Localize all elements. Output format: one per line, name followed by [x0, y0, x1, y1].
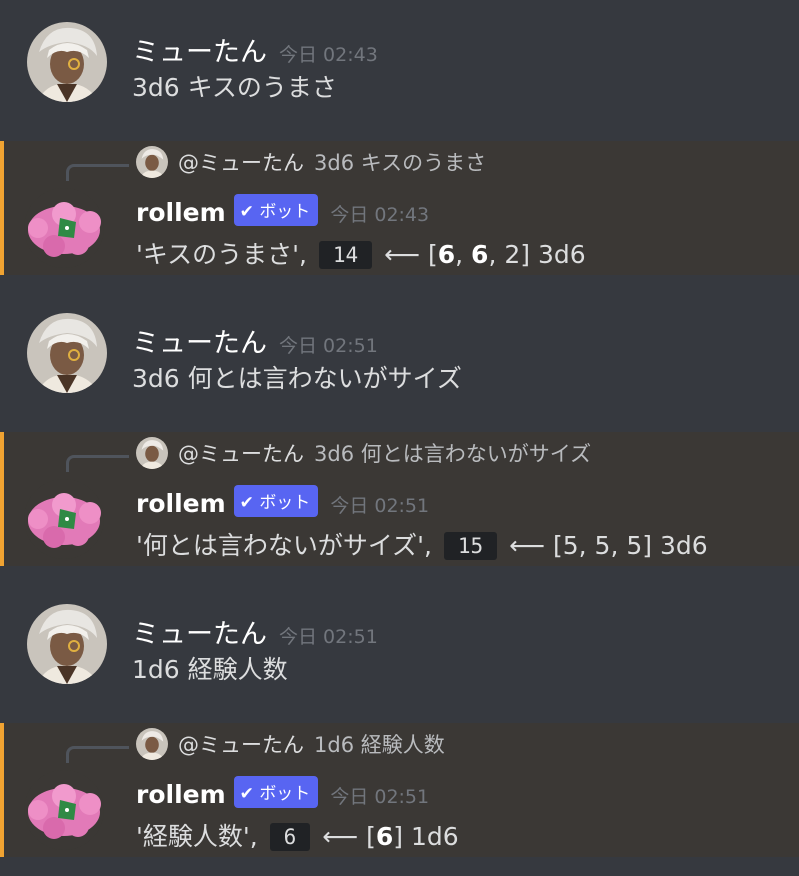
- bot-avatar[interactable]: [24, 770, 104, 850]
- reply-mention[interactable]: @ミューたん: [178, 729, 304, 759]
- bot-tag: ✔ ボット: [233, 194, 319, 226]
- reply-avatar: [136, 437, 168, 469]
- arrow-icon: ⟵: [384, 240, 420, 269]
- message-user-1: ミューたん 今日 02:43 3d6 キスのうまさ: [0, 0, 799, 140]
- message-bot-1: @ミューたん 3d6 キスのうまさ rollem ✔ ボット 今日 02:43 'キ…: [0, 141, 799, 275]
- user-avatar[interactable]: [27, 22, 107, 102]
- bot-tag-label: ボット: [259, 202, 311, 222]
- arrow-icon: ⟵: [509, 531, 545, 560]
- roll-label: 'キスのうまさ',: [136, 240, 307, 269]
- checkmark-icon: ✔: [239, 784, 254, 804]
- message-bot-2: @ミューたん 3d6 何とは言わないがサイズ rollem ✔ ボット 今日 02:…: [0, 432, 799, 566]
- reply-text: 3d6 何とは言わないがサイズ: [314, 442, 592, 466]
- reply-mention[interactable]: @ミューたん: [178, 147, 304, 177]
- bot-tag: ✔ ボット: [233, 485, 319, 517]
- roll-total: 15: [443, 532, 498, 560]
- reply-avatar: [136, 146, 168, 178]
- author-label[interactable]: rollem: [136, 489, 226, 518]
- reply-connector: [66, 164, 129, 181]
- dice-list: [6, 6, 2]: [427, 240, 531, 269]
- reply-text: 1d6 経験人数: [314, 733, 445, 757]
- user-avatar[interactable]: [27, 313, 107, 393]
- bot-tag: ✔ ボット: [233, 776, 319, 808]
- reply-avatar: [136, 728, 168, 760]
- roll-label: '何とは言わないがサイズ',: [136, 531, 432, 560]
- bot-name[interactable]: rollem ✔ ボット 今日 02:43: [136, 194, 429, 227]
- timestamp: 今日 02:51: [330, 786, 430, 808]
- timestamp: 今日 02:43: [330, 204, 430, 226]
- roll-label: '経験人数',: [136, 822, 258, 851]
- bot-tag-label: ボット: [259, 493, 311, 513]
- checkmark-icon: ✔: [239, 202, 254, 222]
- bot-avatar[interactable]: [24, 479, 104, 559]
- reply-preview[interactable]: @ミューたん 3d6 キスのうまさ: [136, 146, 486, 178]
- author-label[interactable]: rollem: [136, 780, 226, 809]
- bot-name[interactable]: rollem ✔ ボット 今日 02:51: [136, 776, 429, 809]
- roll-total: 6: [269, 823, 311, 851]
- message-text: 1d6 経験人数: [132, 655, 288, 684]
- dice-expression: 3d6: [659, 531, 708, 560]
- die-value: 6: [375, 822, 394, 851]
- roll-result-text: '経験人数', 6 ⟵ [6] 1d6: [136, 817, 459, 853]
- checkmark-icon: ✔: [239, 493, 254, 513]
- die-value: 6: [437, 240, 456, 269]
- timestamp: 今日 02:51: [330, 495, 430, 517]
- reply-mention[interactable]: @ミューたん: [178, 438, 304, 468]
- dice-expression: 1d6: [410, 822, 459, 851]
- roll-result-text: '何とは言わないがサイズ', 15 ⟵ [5, 5, 5] 3d6: [136, 526, 708, 562]
- die-value: 2: [504, 240, 521, 269]
- timestamp: 今日 02:51: [279, 626, 378, 648]
- die-value: 6: [471, 240, 489, 269]
- timestamp: 今日 02:43: [279, 44, 378, 66]
- bot-tag-label: ボット: [259, 784, 311, 804]
- bot-name[interactable]: rollem ✔ ボット 今日 02:51: [136, 485, 429, 518]
- dice-list: [5, 5, 5]: [552, 531, 653, 560]
- message-user-3: ミューたん 今日 02:51 1d6 経験人数: [0, 566, 799, 723]
- chat-log: ミューたん 今日 02:43 3d6 キスのうまさ @ミューたん 3d6 キスのう…: [0, 0, 799, 876]
- die-value: 5: [626, 531, 643, 560]
- author-label[interactable]: ミューたん: [132, 37, 267, 68]
- die-value: 5: [594, 531, 611, 560]
- roll-total: 14: [318, 241, 373, 269]
- user-avatar[interactable]: [27, 604, 107, 684]
- die-value: 5: [562, 531, 579, 560]
- message-bot-3: @ミューたん 1d6 経験人数 rollem ✔ ボット 今日 02:51 '経験人…: [0, 723, 799, 857]
- author-label[interactable]: rollem: [136, 198, 226, 227]
- author-name[interactable]: ミューたん 今日 02:51: [132, 321, 378, 360]
- reply-text: 3d6 キスのうまさ: [314, 151, 487, 175]
- author-name[interactable]: ミューたん 今日 02:51: [132, 612, 378, 651]
- timestamp: 今日 02:51: [279, 335, 378, 357]
- message-user-2: ミューたん 今日 02:51 3d6 何とは言わないがサイズ: [0, 275, 799, 432]
- reply-preview[interactable]: @ミューたん 3d6 何とは言わないがサイズ: [136, 437, 591, 469]
- reply-connector: [66, 455, 129, 472]
- dice-list: [6]: [366, 822, 403, 851]
- author-name[interactable]: ミューたん 今日 02:43: [132, 30, 378, 69]
- author-label[interactable]: ミューたん: [132, 328, 267, 359]
- reply-connector: [66, 746, 129, 763]
- author-label[interactable]: ミューたん: [132, 619, 267, 650]
- bot-avatar[interactable]: [24, 188, 104, 268]
- arrow-icon: ⟵: [322, 822, 359, 851]
- message-text: 3d6 何とは言わないがサイズ: [132, 364, 462, 393]
- reply-preview[interactable]: @ミューたん 1d6 経験人数: [136, 728, 445, 760]
- dice-expression: 3d6: [537, 240, 586, 269]
- message-text: 3d6 キスのうまさ: [132, 73, 337, 102]
- roll-result-text: 'キスのうまさ', 14 ⟵ [6, 6, 2] 3d6: [136, 235, 586, 271]
